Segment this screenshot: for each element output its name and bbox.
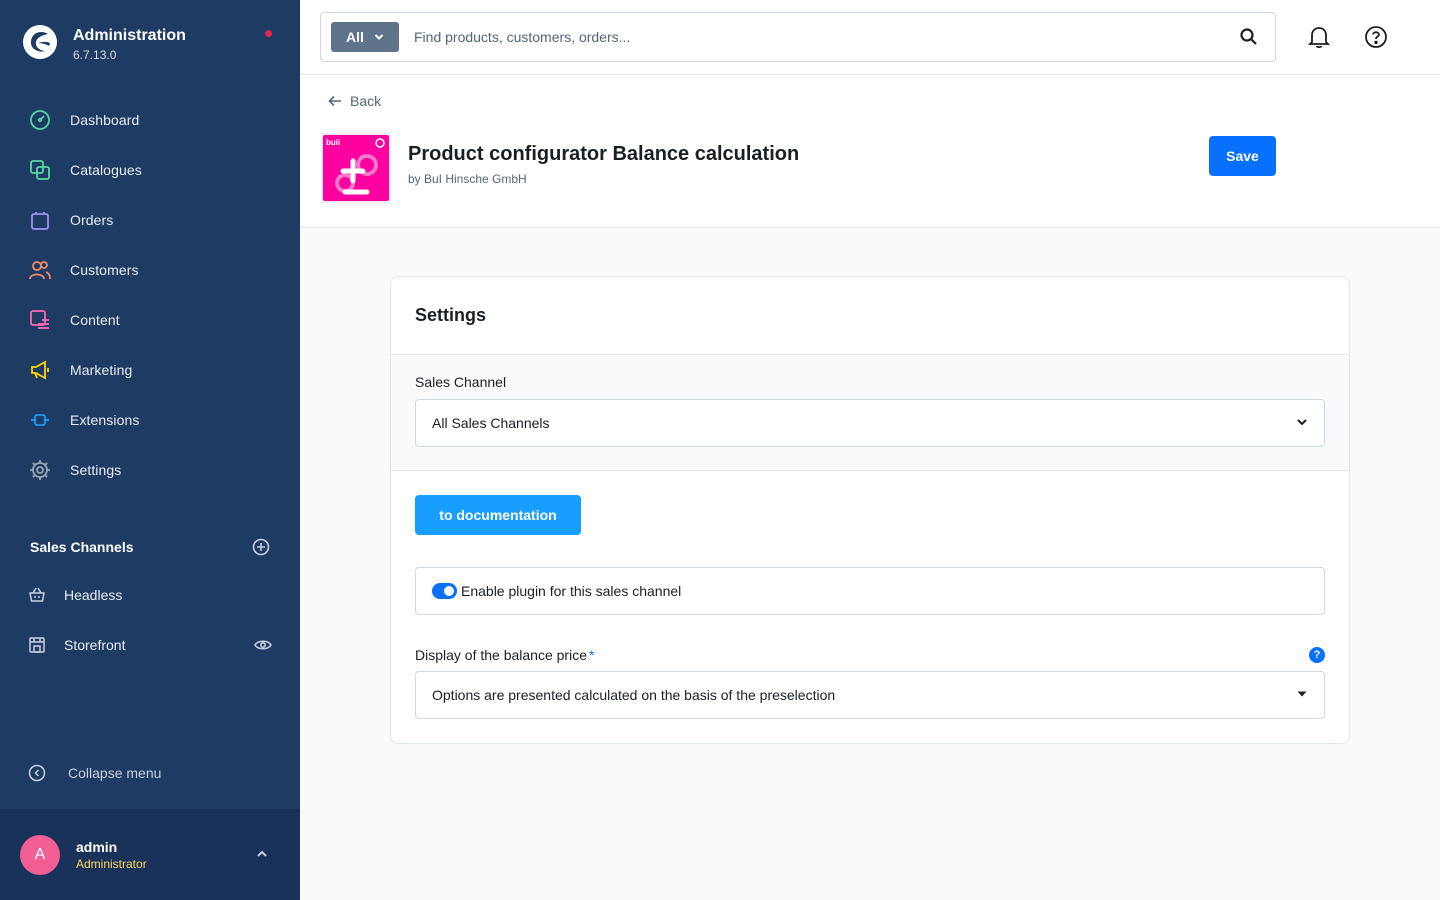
extensions-icon [28, 408, 52, 432]
sidebar-item-extensions[interactable]: Extensions [0, 395, 300, 445]
marketing-icon [28, 358, 52, 382]
sidebar-item-content[interactable]: Content [0, 295, 300, 345]
sales-channel-list: Headless Storefront [0, 570, 300, 670]
top-bar: All [300, 0, 1440, 75]
dashboard-icon [28, 108, 52, 132]
collapse-icon [28, 764, 46, 782]
sales-channel-headless[interactable]: Headless [0, 570, 300, 620]
global-search: All [320, 12, 1276, 62]
settings-card: Settings Sales Channel All Sales Channel… [390, 276, 1350, 744]
card-title: Settings [415, 305, 487, 325]
search-icon[interactable] [1239, 27, 1259, 47]
main-nav: Dashboard Catalogues Orders Customers Co… [0, 95, 300, 495]
sidebar-item-label: Content [70, 312, 120, 328]
sales-channel-value: All Sales Channels [432, 415, 550, 431]
sidebar-item-customers[interactable]: Customers [0, 245, 300, 295]
settings-icon [28, 458, 52, 482]
documentation-button[interactable]: to documentation [415, 495, 581, 535]
sidebar-item-label: Extensions [70, 412, 140, 428]
sales-channel-storefront[interactable]: Storefront [0, 620, 300, 670]
plugin-logo-icon: buii [321, 133, 391, 203]
app-title: Administration [73, 27, 186, 44]
app-version: 6.7.13.0 [73, 48, 117, 62]
required-mark: * [589, 647, 595, 663]
eye-icon[interactable] [254, 636, 272, 654]
chevron-up-icon[interactable] [256, 849, 268, 859]
sales-channel-label: Sales Channel [415, 374, 507, 390]
user-menu[interactable]: A admin Administrator [0, 809, 300, 900]
content-icon [28, 308, 52, 332]
sidebar: Administration 6.7.13.0 Dashboard Catalo… [0, 0, 300, 900]
collapse-menu[interactable]: Collapse menu [28, 764, 161, 782]
back-label: Back [350, 93, 382, 109]
sidebar-item-label: Orders [70, 212, 114, 228]
orders-icon [28, 208, 52, 232]
sales-channel-select[interactable]: All Sales Channels [415, 399, 1325, 447]
toggle-knob [444, 586, 454, 596]
add-sales-channel-icon[interactable] [252, 538, 270, 556]
sidebar-item-label: Catalogues [70, 162, 142, 178]
page-header: Back buii Product configurator Balance c… [300, 75, 1440, 228]
sidebar-item-settings[interactable]: Settings [0, 445, 300, 495]
sales-channel-label: Headless [64, 587, 123, 603]
save-button[interactable]: Save [1209, 136, 1276, 176]
help-badge-icon[interactable]: ? [1309, 647, 1325, 663]
sidebar-item-label: Marketing [70, 362, 133, 378]
shopware-logo-icon [23, 25, 57, 59]
user-role: Administrator [76, 856, 147, 871]
avatar: A [20, 834, 60, 875]
sidebar-item-label: Dashboard [70, 112, 140, 128]
sales-channel-section: Sales Channel All Sales Channels [391, 354, 1349, 471]
sidebar-item-orders[interactable]: Orders [0, 195, 300, 245]
balance-price-label: Display of the balance price * [415, 647, 594, 663]
notification-dot [265, 30, 272, 37]
plugin-logo-text: buii [326, 138, 340, 147]
customers-icon [28, 258, 52, 282]
sidebar-item-dashboard[interactable]: Dashboard [0, 95, 300, 145]
search-input[interactable] [414, 29, 1239, 45]
sidebar-item-marketing[interactable]: Marketing [0, 345, 300, 395]
sidebar-item-label: Settings [70, 462, 122, 478]
plugin-vendor: by BuI Hinsche GmbH [408, 172, 527, 186]
enable-plugin-field: Enable plugin for this sales channel [415, 567, 1325, 615]
chevron-down-icon [374, 34, 384, 40]
balance-price-select[interactable]: Options are presented calculated on the … [415, 671, 1325, 719]
chevron-down-icon [1297, 691, 1307, 697]
enable-plugin-label: Enable plugin for this sales channel [461, 583, 682, 599]
basket-icon [29, 587, 45, 602]
arrow-left-icon [328, 95, 341, 107]
page-title: Product configurator Balance calculation [408, 143, 800, 165]
sales-channels-title: Sales Channels [30, 539, 134, 555]
bell-icon[interactable] [1308, 25, 1330, 49]
balance-price-label-text: Display of the balance price [415, 647, 587, 663]
enable-plugin-toggle[interactable] [432, 583, 457, 599]
sales-channel-label: Storefront [64, 637, 126, 653]
catalogue-icon [28, 158, 52, 182]
chevron-down-icon [1297, 419, 1307, 426]
sales-channels-header: Sales Channels [30, 538, 270, 556]
search-type-label: All [346, 29, 364, 45]
balance-price-value: Options are presented calculated on the … [432, 687, 836, 703]
brand[interactable]: Administration 6.7.13.0 [22, 24, 186, 62]
storefront-icon [29, 637, 45, 653]
search-type-select[interactable]: All [331, 22, 399, 52]
collapse-menu-label: Collapse menu [68, 765, 162, 781]
help-icon[interactable] [1364, 25, 1388, 49]
sidebar-item-label: Customers [70, 262, 139, 278]
sidebar-item-catalogues[interactable]: Catalogues [0, 145, 300, 195]
user-name: admin [76, 838, 118, 855]
back-link[interactable]: Back [328, 93, 381, 109]
